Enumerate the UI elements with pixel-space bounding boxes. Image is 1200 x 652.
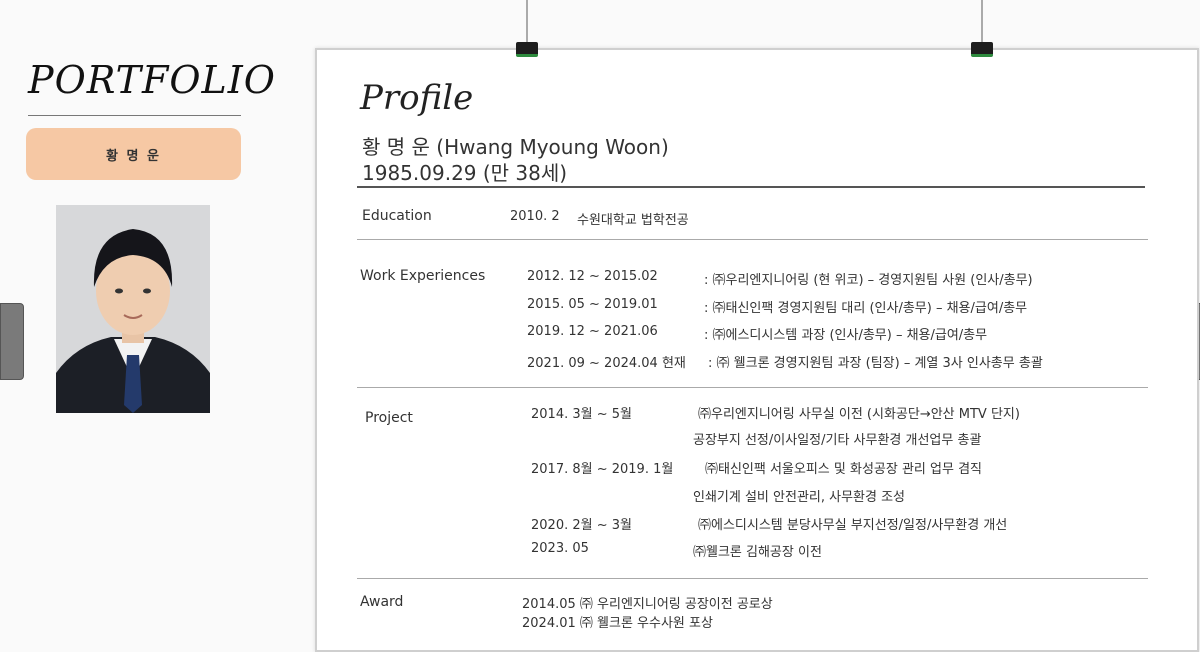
project-label: Project — [365, 410, 413, 426]
portrait-image — [56, 205, 210, 413]
work-detail: : ㈜우리엔지니어링 (현 위코) – 경영지원팀 사원 (인사/총무) — [704, 273, 1033, 288]
sidebar: PORTFOLIO 황 명 운 — [0, 0, 300, 630]
portfolio-title: PORTFOLIO — [28, 58, 276, 102]
work-detail: : ㈜태신인팩 경영지원팀 대리 (인사/총무) – 채용/급여/총무 — [704, 301, 1028, 316]
hanging-wire-right — [981, 0, 983, 45]
work-label: Work Experiences — [360, 268, 486, 284]
section-divider — [357, 387, 1148, 388]
prev-page-tab[interactable] — [0, 303, 24, 380]
education-detail: 수원대학교 법학전공 — [577, 213, 689, 228]
award-item: 2014.05 ㈜ 우리엔지니어링 공장이전 공로상 — [522, 597, 773, 612]
work-period: 2021. 09 ~ 2024.04 현재 — [527, 356, 686, 371]
project-period: 2023. 05 — [531, 541, 589, 556]
project-period: 2020. 2월 ~ 3월 — [531, 518, 632, 533]
project-detail: ㈜에스디시스템 분당사무실 부지선정/일정/사무환경 개선 — [698, 518, 1008, 533]
work-period: 2019. 12 ~ 2021.06 — [527, 324, 658, 339]
project-detail: ㈜웰크론 김해공장 이전 — [693, 545, 822, 560]
profile-heading: Profile — [360, 78, 474, 118]
award-label: Award — [360, 594, 404, 610]
binder-clip-left-icon — [516, 42, 538, 57]
project-period: 2014. 3월 ~ 5월 — [531, 407, 632, 422]
award-item: 2024.01 ㈜ 웰크론 우수사원 포상 — [522, 616, 713, 631]
education-date: 2010. 2 — [510, 209, 560, 224]
title-divider — [28, 115, 241, 116]
section-divider — [357, 578, 1148, 579]
profile-divider — [357, 186, 1145, 188]
project-period: 2017. 8월 ~ 2019. 1월 — [531, 462, 674, 477]
profile-photo — [56, 205, 210, 413]
education-label: Education — [362, 208, 432, 224]
work-detail: : ㈜에스디시스템 과장 (인사/총무) – 채용/급여/총무 — [704, 328, 988, 343]
name-badge: 황 명 운 — [26, 128, 241, 180]
project-detail: 인쇄기계 설비 안전관리, 사무환경 조성 — [693, 490, 906, 505]
project-detail: ㈜우리엔지니어링 사무실 이전 (시화공단→안산 MTV 단지) — [698, 407, 1020, 422]
work-period: 2012. 12 ~ 2015.02 — [527, 269, 658, 284]
binder-clip-right-icon — [971, 42, 993, 57]
project-detail: 공장부지 선정/이사일정/기타 사무환경 개선업무 총괄 — [693, 433, 982, 448]
profile-name: 황 명 운 (Hwang Myoung Woon) — [362, 135, 669, 159]
project-detail: ㈜태신인팩 서울오피스 및 화성공장 관리 업무 겸직 — [705, 462, 982, 477]
profile-dob: 1985.09.29 (만 38세) — [362, 161, 568, 185]
work-detail: : ㈜ 웰크론 경영지원팀 과장 (팀장) – 계열 3사 인사총무 총괄 — [708, 356, 1043, 371]
work-period: 2015. 05 ~ 2019.01 — [527, 297, 658, 312]
hanging-wire-left — [526, 0, 528, 45]
section-divider — [357, 239, 1148, 240]
